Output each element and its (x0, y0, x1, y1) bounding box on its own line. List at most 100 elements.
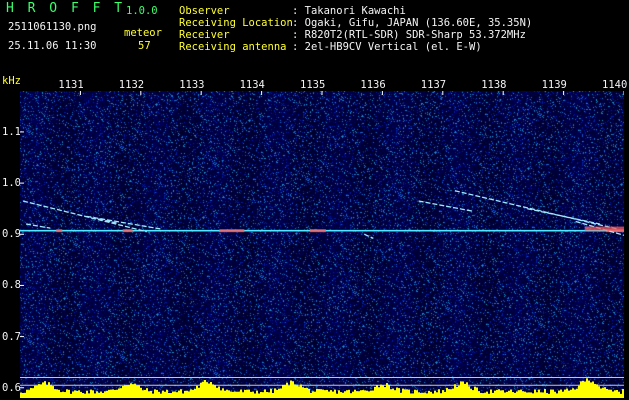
signal-level-bar (188, 391, 190, 398)
signal-level-bar (614, 390, 616, 398)
signal-level-bar (424, 392, 426, 398)
signal-level-bar (274, 388, 276, 398)
signal-level-bar (206, 382, 208, 398)
signal-level-bar (290, 380, 292, 398)
signal-level-bar (278, 388, 280, 398)
signal-level-bar (44, 381, 46, 398)
signal-level-bar (562, 391, 564, 398)
signal-level-bar (482, 393, 484, 398)
signal-level-bar (434, 390, 436, 398)
signal-level-bar (520, 389, 522, 398)
signal-level-bar (398, 388, 400, 398)
signal-level-bar (616, 389, 618, 398)
signal-level-bar (606, 388, 608, 398)
signal-level-bar (80, 391, 82, 398)
signal-level-bar (364, 390, 366, 398)
signal-level-bar (574, 389, 576, 398)
signal-level-bar (338, 390, 340, 398)
signal-level-bar (622, 389, 624, 398)
signal-level-bar (488, 393, 490, 398)
signal-level-bar (26, 389, 28, 398)
signal-level-bar (502, 390, 504, 398)
signal-level-bar (454, 384, 456, 398)
signal-level-bar (224, 390, 226, 398)
signal-level-bar (216, 387, 218, 398)
signal-level-bar (190, 389, 192, 398)
y-tick-label: 0.7 (2, 330, 21, 343)
signal-level-bar (576, 388, 578, 398)
signal-level-bar (286, 382, 288, 398)
signal-level-bar (192, 389, 194, 398)
signal-level-bar (130, 383, 132, 398)
x-tick-label: 1137 (420, 79, 447, 91)
signal-level-bar (102, 392, 104, 398)
signal-level-bar (366, 390, 368, 398)
signal-level-bar (578, 385, 580, 398)
signal-level-bar (268, 392, 270, 398)
signal-level-bar (466, 382, 468, 398)
signal-level-bar (546, 393, 548, 398)
signal-level-bar (230, 391, 232, 398)
signal-level-bar (320, 389, 322, 398)
file-name: 2511061130.png (8, 21, 97, 33)
signal-level-bar (220, 390, 222, 398)
signal-level-bar (358, 391, 360, 398)
signal-level-bar (194, 388, 196, 398)
signal-level-bar (356, 391, 358, 398)
signal-level-bar (420, 393, 422, 398)
signal-level-bar (556, 393, 558, 398)
signal-level-bar (462, 381, 464, 398)
signal-level-bar (184, 390, 186, 398)
signal-level-bar (304, 387, 306, 398)
signal-level-bar (348, 389, 350, 398)
signal-level-bar (114, 389, 116, 398)
spectrogram-overlay (20, 91, 624, 398)
signal-level-bar (232, 391, 234, 398)
signal-level-bar (54, 389, 56, 398)
signal-level-bar (250, 391, 252, 398)
signal-level-bar (280, 388, 282, 398)
signal-level-bar (588, 380, 590, 398)
signal-level-bar (456, 386, 458, 398)
signal-level-bar (288, 385, 290, 398)
signal-level-bar (160, 393, 162, 398)
carrier-hotspot (309, 229, 326, 233)
signal-level-bar (536, 392, 538, 398)
signal-level-bar (386, 383, 388, 398)
signal-level-bar (248, 389, 250, 398)
signal-level-bar (122, 385, 124, 398)
signal-level-bar (296, 385, 298, 398)
y-tick-label: 0.6 (2, 381, 21, 394)
signal-level-bar (20, 392, 22, 398)
signal-level-bar (530, 392, 532, 398)
signal-level-bar (394, 390, 396, 398)
observer-label: Observer (179, 5, 230, 17)
observer-value: : Takanori Kawachi (292, 5, 406, 17)
signal-level-bar (94, 393, 96, 398)
signal-level-bar (302, 387, 304, 398)
signal-level-bar (528, 392, 530, 398)
signal-level-bar (212, 384, 214, 398)
signal-level-bar (276, 389, 278, 398)
signal-level-bar (282, 385, 284, 398)
signal-level-bar (148, 391, 150, 398)
signal-level-bar (540, 392, 542, 398)
signal-level-bar (312, 391, 314, 398)
signal-level-bar (586, 378, 588, 398)
signal-level-bar (244, 389, 246, 398)
signal-level-bar (236, 391, 238, 398)
signal-level-bar (242, 392, 244, 398)
spectrogram (20, 91, 624, 398)
signal-level-bar (132, 384, 134, 398)
signal-level-bar (124, 385, 126, 398)
signal-level-bar (372, 390, 374, 398)
signal-level-bar (404, 389, 406, 398)
signal-level-bar (518, 390, 520, 398)
signal-level-bar (474, 386, 476, 398)
signal-level-bar (42, 382, 44, 398)
signal-level-bar (450, 389, 452, 398)
signal-level-bar (176, 392, 178, 398)
signal-level-bar (64, 392, 66, 398)
signal-level-bar (464, 383, 466, 398)
location-value: : Ogaki, Gifu, JAPAN (136.60E, 35.35N) (292, 17, 533, 29)
